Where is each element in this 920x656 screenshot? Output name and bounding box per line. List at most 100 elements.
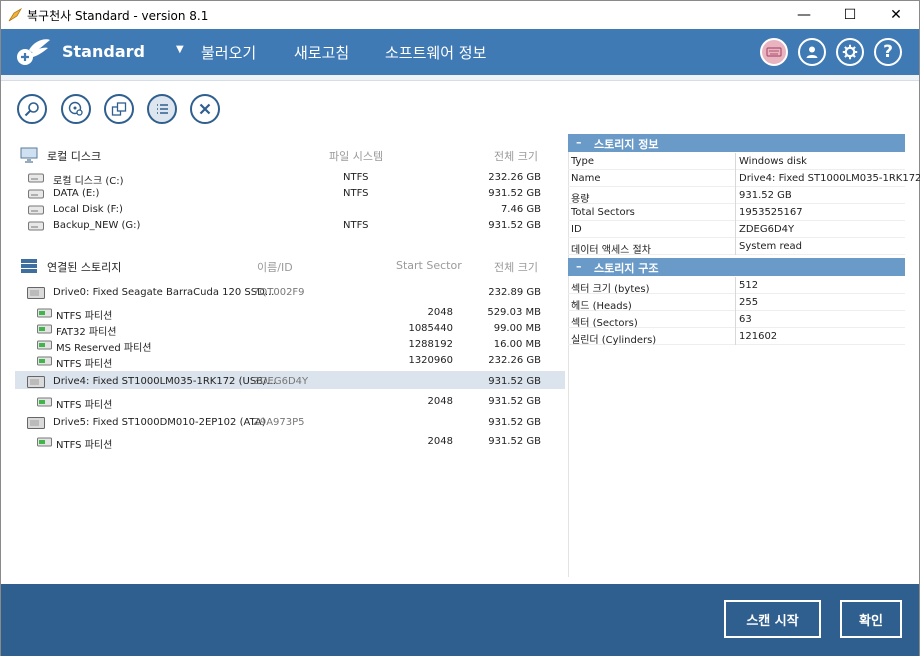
- partition-size: 99.00 MB: [493, 323, 541, 334]
- menu-software-info[interactable]: 소프트웨어 정보: [385, 42, 486, 63]
- partition-icon: [37, 308, 52, 318]
- copy-image-button[interactable]: [104, 94, 134, 124]
- partition-start-sector: 1085440: [408, 323, 453, 334]
- partition-row[interactable]: MS Reserved 파티션 1288192 16.00 MB: [15, 337, 565, 354]
- partition-row[interactable]: NTFS 파티션 2048 931.52 GB: [15, 434, 565, 451]
- local-disk-title: 로컬 디스크: [47, 150, 102, 163]
- drive-name: Drive5: Fixed ST1000DM010-2EP102 (ATA): [53, 417, 266, 428]
- disk-search-icon: [68, 101, 83, 116]
- partition-icon: [37, 356, 52, 366]
- brand-label: Standard: [62, 42, 145, 61]
- partition-size: 16.00 MB: [493, 339, 541, 350]
- hard-disk-icon: [27, 417, 45, 429]
- storage-structure-header[interactable]: – 스토리지 구조: [568, 258, 905, 276]
- partition-start-sector: 2048: [427, 436, 453, 447]
- app-window: 복구천사 Standard - version 8.1 — ☐ ✕ Standa…: [0, 0, 920, 656]
- partition-start-sector: 1288192: [408, 339, 453, 350]
- list-icon: [157, 104, 168, 114]
- partition-row[interactable]: NTFS 파티션 2048 931.52 GB: [15, 394, 565, 411]
- local-disk-name: Local Disk (F:): [53, 204, 123, 215]
- partition-row[interactable]: NTFS 파티션 1320960 232.26 GB: [15, 353, 565, 370]
- partition-size: 931.52 GB: [488, 396, 541, 407]
- column-start-sector: Start Sector: [396, 259, 462, 272]
- structure-row: 실린더 (Cylinders) 121602: [568, 328, 905, 346]
- storage-title: 연결된 스토리지: [47, 261, 122, 274]
- ok-button[interactable]: 확인: [840, 600, 902, 638]
- info-row: 용량 931.52 GB: [568, 187, 905, 205]
- storage-section-header: 연결된 스토리지 이름/ID Start Sector 전체 크기: [15, 256, 565, 276]
- hard-drive-icon: [28, 189, 44, 199]
- dropdown-caret-icon[interactable]: ▼: [176, 44, 184, 55]
- info-row: Type Windows disk: [568, 153, 905, 170]
- settings-button[interactable]: [836, 38, 864, 66]
- hard-drive-icon: [28, 221, 44, 231]
- app-wing-icon: [8, 7, 23, 22]
- hard-disk-icon: [27, 376, 45, 388]
- local-disk-size: 7.46 GB: [500, 204, 541, 215]
- minimize-button[interactable]: —: [781, 1, 827, 29]
- collapse-toggle[interactable]: –: [576, 260, 582, 273]
- menu-load[interactable]: 불러오기: [201, 42, 256, 63]
- info-row: Name Drive4: Fixed ST1000LM035-1RK172: [568, 170, 920, 187]
- info-row: Total Sectors 1953525167: [568, 204, 905, 221]
- start-scan-button[interactable]: 스캔 시작: [724, 600, 821, 638]
- license-key-button[interactable]: [760, 38, 788, 66]
- partition-name: NTFS 파티션: [56, 311, 113, 322]
- drive-row-selected[interactable]: Drive4: Fixed ST1000LM035-1RK172 (USB/..…: [15, 371, 565, 389]
- local-disk-row[interactable]: Backup_NEW (G:) NTFS 931.52 GB: [15, 218, 565, 234]
- partition-size: 232.26 GB: [488, 355, 541, 366]
- info-row: ID ZDEG6D4Y: [568, 221, 905, 238]
- partition-start-sector: 1320960: [408, 355, 453, 366]
- hard-disk-icon: [27, 287, 45, 299]
- drive-size: 931.52 GB: [488, 376, 541, 387]
- partition-name: NTFS 파티션: [56, 440, 113, 451]
- partition-start-sector: 2048: [427, 396, 453, 407]
- collapse-toggle[interactable]: –: [576, 136, 582, 149]
- maximize-button[interactable]: ☐: [827, 1, 873, 29]
- menu-refresh[interactable]: 새로고침: [294, 42, 349, 63]
- user-icon: [806, 46, 818, 58]
- monitor-icon: [20, 147, 38, 163]
- local-disk-section-header: 로컬 디스크 파일 시스템 전체 크기: [15, 145, 565, 165]
- remove-button[interactable]: [190, 94, 220, 124]
- storage-structure-title: 스토리지 구조: [594, 262, 659, 275]
- partition-row[interactable]: FAT32 파티션 1085440 99.00 MB: [15, 321, 565, 338]
- footer-bar: 스캔 시작 확인: [1, 584, 919, 656]
- account-button[interactable]: [798, 38, 826, 66]
- hard-drive-icon: [28, 173, 44, 183]
- drive-row[interactable]: Drive5: Fixed ST1000DM010-2EP102 (ATA) Z…: [15, 414, 565, 432]
- drive-row[interactable]: Drive0: Fixed Seagate BarraCuda 120 SSD.…: [15, 284, 565, 302]
- local-disk-name: DATA (E:): [53, 188, 100, 199]
- local-disk-fs: NTFS: [343, 188, 369, 199]
- title-bar: 복구천사 Standard - version 8.1 — ☐ ✕: [1, 1, 919, 29]
- app-header: Standard ▼ 불러오기 새로고침 소프트웨어 정보 ?: [1, 29, 919, 75]
- hard-drive-icon: [28, 205, 44, 215]
- header-divider: [1, 75, 919, 81]
- list-view-button[interactable]: [147, 94, 177, 124]
- help-button[interactable]: ?: [874, 38, 902, 66]
- partition-name: NTFS 파티션: [56, 400, 113, 411]
- drive-name: Drive0: Fixed Seagate BarraCuda 120 SSD.…: [53, 287, 275, 298]
- drive-id: 7QT002F9: [253, 287, 305, 298]
- window-title: 복구천사 Standard - version 8.1: [27, 9, 209, 23]
- search-icon: [24, 102, 39, 117]
- local-disk-row[interactable]: Local Disk (F:) 7.46 GB: [15, 202, 565, 218]
- keyboard-icon: [766, 47, 782, 57]
- column-file-system: 파일 시스템: [329, 150, 384, 163]
- server-stack-icon: [21, 259, 37, 273]
- partition-row[interactable]: NTFS 파티션 2048 529.03 MB: [15, 305, 565, 322]
- partition-icon: [37, 397, 52, 407]
- storage-info-header[interactable]: – 스토리지 정보: [568, 134, 905, 152]
- drive-id: ZDEG6D4Y: [253, 376, 309, 387]
- structure-row: 섹터 크기 (bytes) 512: [568, 277, 905, 295]
- close-icon: [199, 103, 211, 115]
- close-window-button[interactable]: ✕: [873, 1, 919, 29]
- local-disk-row[interactable]: DATA (E:) NTFS 931.52 GB: [15, 186, 565, 202]
- search-button[interactable]: [17, 94, 47, 124]
- disk-scan-button[interactable]: [61, 94, 91, 124]
- local-disk-name: 로컬 디스크 (C:): [53, 176, 124, 187]
- partition-name: NTFS 파티션: [56, 359, 113, 370]
- local-disk-row[interactable]: 로컬 디스크 (C:) NTFS 232.26 GB: [15, 170, 565, 187]
- storage-info-title: 스토리지 정보: [594, 138, 659, 151]
- partition-icon: [37, 437, 52, 447]
